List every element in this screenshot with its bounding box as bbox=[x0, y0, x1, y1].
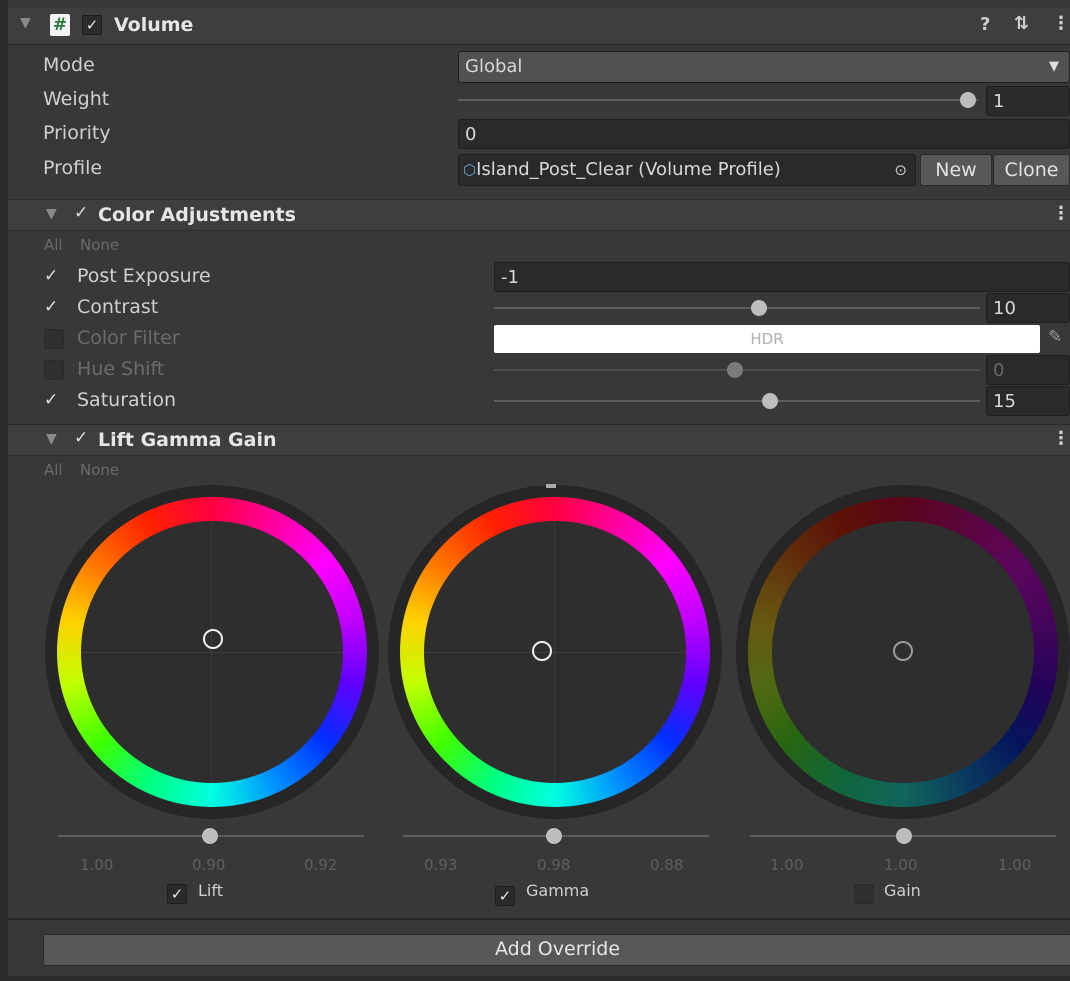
window-left-edge bbox=[0, 0, 8, 981]
post-exposure-override-checkbox[interactable]: ✓ bbox=[44, 266, 58, 286]
saturation-slider-track[interactable] bbox=[494, 400, 980, 402]
gamma-value-r: 0.93 bbox=[424, 856, 458, 874]
lift-gamma-gain-checkbox[interactable]: ✓ bbox=[74, 428, 88, 448]
volume-profile-icon: ⬡ bbox=[463, 161, 477, 179]
color-filter-swatch[interactable]: HDR bbox=[494, 325, 1040, 353]
color-adjustments-foldout-icon[interactable]: ▼ bbox=[46, 206, 57, 222]
post-exposure-field[interactable]: -1 bbox=[494, 262, 1070, 292]
hue-shift-override-checkbox[interactable] bbox=[44, 360, 64, 380]
foldout-arrow-icon[interactable]: ▼ bbox=[20, 15, 31, 31]
hue-shift-slider-thumb[interactable] bbox=[727, 362, 743, 378]
component-enabled-checkbox[interactable]: ✓ bbox=[82, 15, 102, 35]
lift-value-b: 0.92 bbox=[304, 856, 338, 874]
gamma-checkbox[interactable]: ✓ bbox=[495, 886, 515, 906]
gain-label: Gain bbox=[884, 881, 921, 900]
lift-gamma-gain-menu-icon[interactable]: ⋮ bbox=[1052, 428, 1070, 449]
lift-checkbox[interactable]: ✓ bbox=[167, 884, 187, 904]
gamma-value-b: 0.88 bbox=[650, 856, 684, 874]
saturation-slider-thumb[interactable] bbox=[762, 393, 778, 409]
weight-label: Weight bbox=[43, 88, 110, 110]
gain-wheel-handle[interactable] bbox=[893, 641, 913, 661]
lgg-all-toggle[interactable]: All bbox=[44, 461, 63, 479]
lgg-none-toggle[interactable]: None bbox=[80, 461, 119, 479]
post-exposure-label: Post Exposure bbox=[77, 265, 211, 287]
eyedropper-icon[interactable]: ✎ bbox=[1048, 327, 1062, 347]
priority-field[interactable]: 0 bbox=[458, 119, 1070, 149]
object-picker-icon[interactable]: ⊙ bbox=[894, 155, 907, 185]
lift-slider-thumb[interactable] bbox=[202, 828, 218, 844]
add-override-button[interactable]: Add Override bbox=[43, 934, 1070, 966]
hue-shift-label: Hue Shift bbox=[77, 358, 165, 380]
hue-shift-field[interactable]: 0 bbox=[986, 355, 1070, 385]
gain-slider-thumb[interactable] bbox=[896, 828, 912, 844]
profile-object-field[interactable]: ⬡Island_Post_Clear (Volume Profile) ⊙ bbox=[458, 154, 916, 186]
gamma-wheel-handle[interactable] bbox=[532, 641, 552, 661]
color-filter-label: Color Filter bbox=[77, 327, 180, 349]
lift-label: Lift bbox=[198, 881, 223, 900]
none-toggle[interactable]: None bbox=[80, 236, 119, 254]
color-adjustments-title: Color Adjustments bbox=[98, 204, 296, 226]
color-adjustments-checkbox[interactable]: ✓ bbox=[74, 203, 88, 223]
saturation-label: Saturation bbox=[77, 389, 177, 411]
color-filter-override-checkbox[interactable] bbox=[44, 329, 64, 349]
mode-value: Global bbox=[465, 56, 523, 77]
gain-value-b: 1.00 bbox=[998, 856, 1032, 874]
gamma-slider-thumb[interactable] bbox=[546, 828, 562, 844]
lift-gamma-gain-foldout-icon[interactable]: ▼ bbox=[46, 431, 57, 447]
clone-profile-button[interactable]: Clone bbox=[993, 154, 1070, 186]
saturation-field[interactable]: 15 bbox=[986, 386, 1070, 416]
lift-crosshair-h bbox=[81, 652, 343, 653]
new-profile-button[interactable]: New bbox=[920, 154, 992, 186]
component-title: Volume bbox=[114, 14, 194, 36]
kebab-menu-icon[interactable]: ⋮ bbox=[1052, 13, 1070, 34]
mode-label: Mode bbox=[43, 54, 95, 76]
saturation-override-checkbox[interactable]: ✓ bbox=[44, 390, 58, 410]
lift-value-r: 1.00 bbox=[80, 856, 114, 874]
lift-value-g: 0.90 bbox=[192, 856, 226, 874]
gamma-crosshair-h bbox=[424, 652, 686, 653]
contrast-slider-thumb[interactable] bbox=[751, 300, 767, 316]
help-icon[interactable]: ? bbox=[980, 14, 990, 35]
gain-value-r: 1.00 bbox=[770, 856, 804, 874]
weight-slider-thumb[interactable] bbox=[960, 92, 976, 108]
mode-dropdown[interactable]: Global ▼ bbox=[458, 51, 1070, 83]
section-divider bbox=[8, 918, 1070, 920]
contrast-field[interactable]: 10 bbox=[986, 293, 1070, 323]
priority-label: Priority bbox=[43, 122, 111, 144]
lift-gamma-gain-title: Lift Gamma Gain bbox=[98, 429, 277, 451]
gain-value-g: 1.00 bbox=[884, 856, 918, 874]
contrast-label: Contrast bbox=[77, 296, 159, 318]
gamma-value-g: 0.98 bbox=[537, 856, 571, 874]
gamma-label: Gamma bbox=[526, 881, 590, 900]
all-toggle[interactable]: All bbox=[44, 236, 63, 254]
weight-slider-track[interactable] bbox=[458, 99, 978, 101]
contrast-slider-track[interactable] bbox=[494, 307, 980, 309]
weight-field[interactable]: 1 bbox=[986, 86, 1070, 116]
contrast-override-checkbox[interactable]: ✓ bbox=[44, 297, 58, 317]
lift-wheel-handle[interactable] bbox=[203, 629, 223, 649]
gain-checkbox[interactable] bbox=[854, 884, 874, 904]
gamma-reset-indicator bbox=[546, 484, 556, 488]
color-adjustments-menu-icon[interactable]: ⋮ bbox=[1052, 203, 1070, 224]
panel-bottom-edge bbox=[8, 976, 1070, 981]
profile-label: Profile bbox=[43, 157, 103, 179]
preset-icon[interactable]: ⇅ bbox=[1014, 13, 1029, 34]
profile-value: Island_Post_Clear (Volume Profile) bbox=[476, 159, 781, 180]
chevron-down-icon: ▼ bbox=[1049, 59, 1059, 74]
script-icon: # bbox=[50, 14, 70, 36]
